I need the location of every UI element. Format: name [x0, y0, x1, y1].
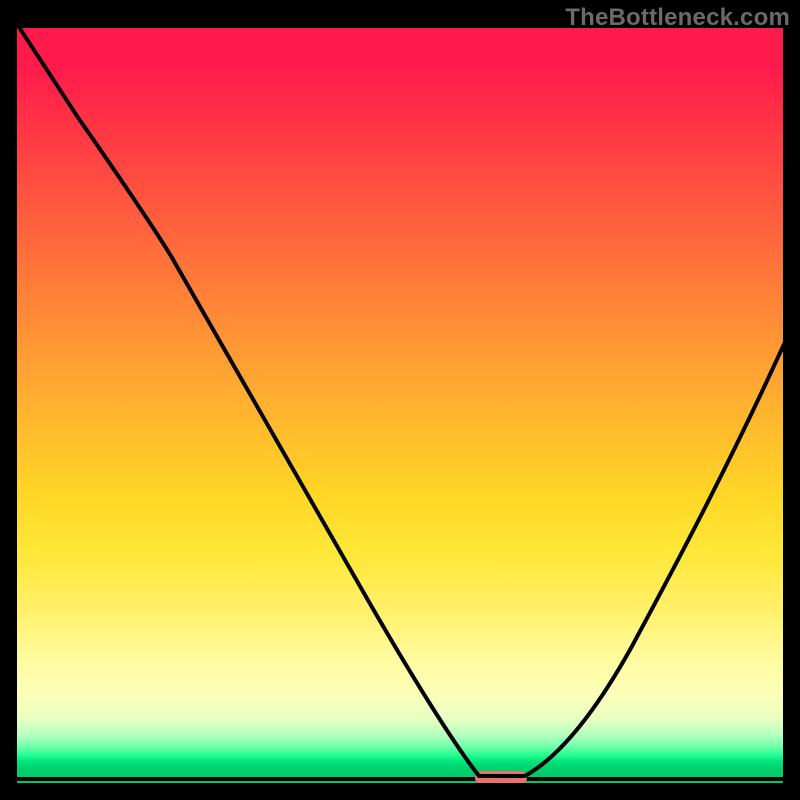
chart-svg: [17, 28, 783, 783]
watermark-text: TheBottleneck.com: [565, 4, 790, 32]
chart-frame: TheBottleneck.com: [0, 0, 800, 800]
bottleneck-curve: [17, 28, 783, 776]
plot-area: [17, 28, 783, 783]
